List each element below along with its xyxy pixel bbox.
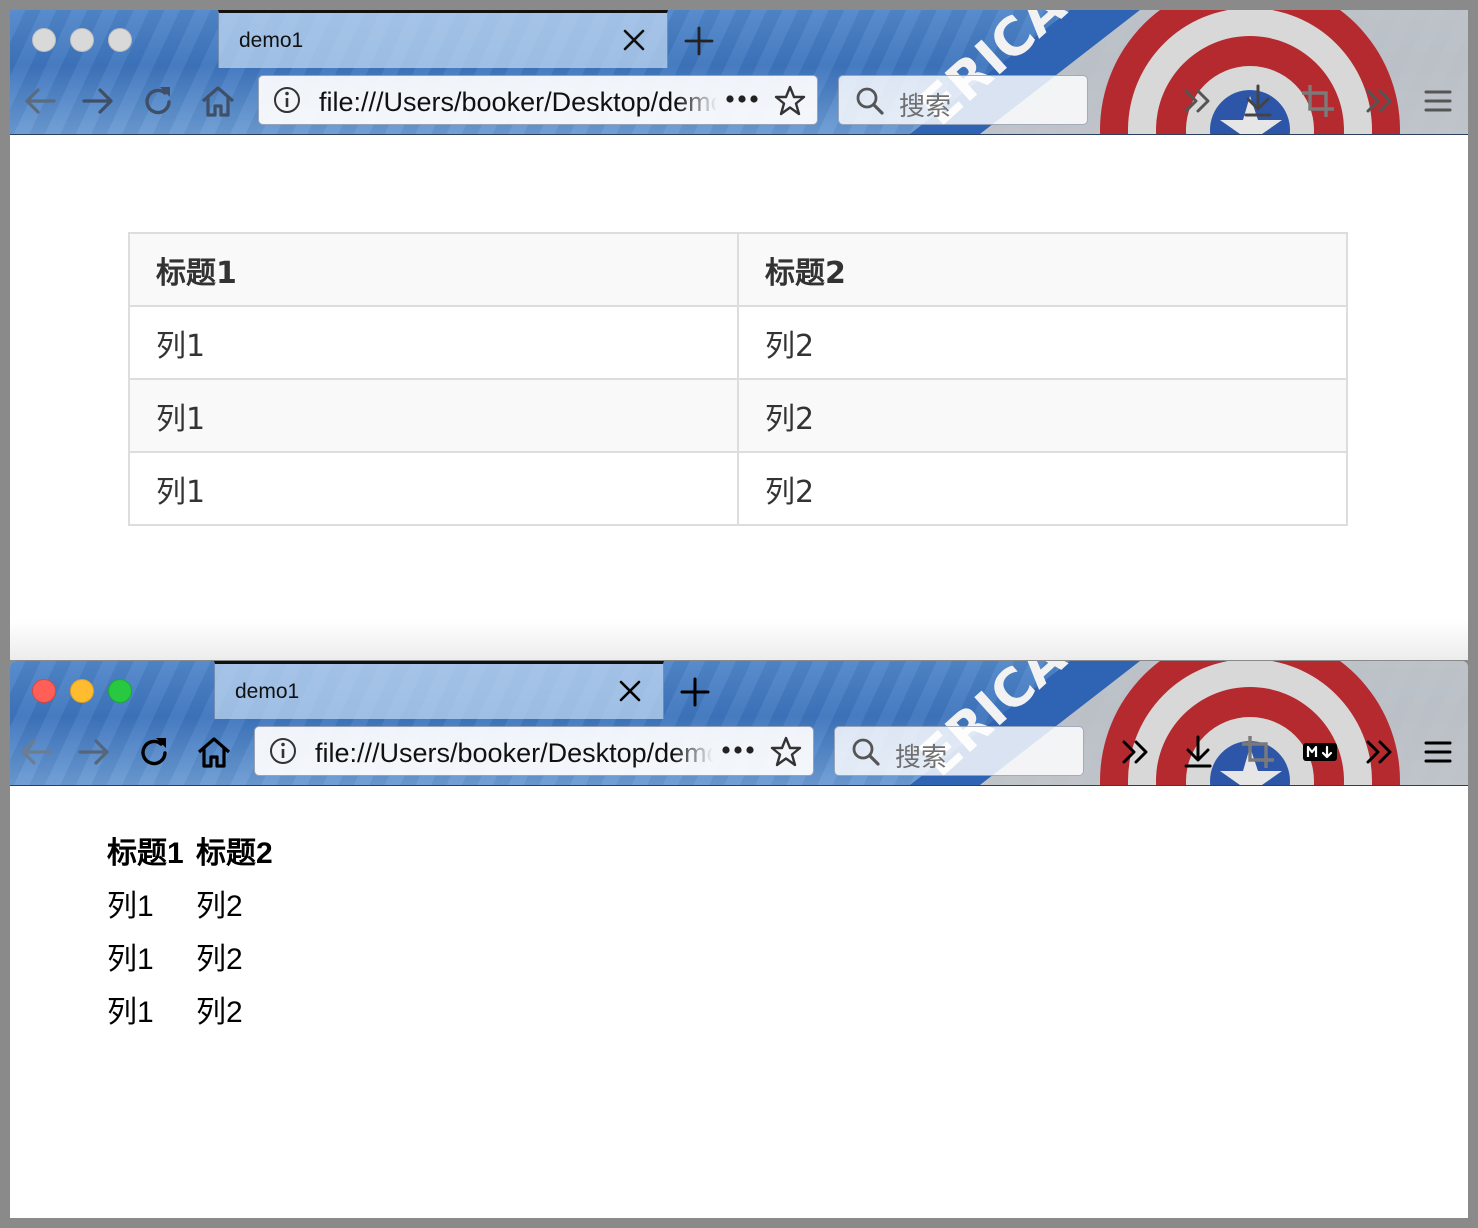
data-table-styled: 标题1 标题2 列1 列2 列1 列2 列1 列2 [128,232,1348,526]
table-row: 列1 列2 [128,451,1348,526]
new-tab-plus-icon[interactable] [678,675,712,709]
table-cell: 列1 [128,305,739,380]
zoom-window-button[interactable] [108,679,132,703]
table-row: 列1 列2 [128,305,1348,380]
table-cell: 列1 [107,995,154,1029]
back-arrow-icon[interactable] [16,732,56,772]
download-icon[interactable] [1238,81,1278,121]
table-header-row: 标题1 标题2 [128,232,1348,307]
more-dots-icon[interactable] [725,92,759,106]
hamburger-menu-icon[interactable] [1418,732,1458,772]
data-table-plain: 标题1 标题2 列1 列2 列1 列2 列1 列2 [104,823,285,1035]
tab-demo1[interactable]: demo1 [218,10,668,68]
info-icon[interactable] [273,86,301,114]
forward-arrow-icon[interactable] [74,732,114,772]
reload-icon[interactable] [134,732,174,772]
info-icon[interactable] [269,737,297,765]
table-cell: 列2 [737,378,1348,453]
table-cell: 列2 [196,942,243,976]
table-cell: 列2 [196,995,243,1029]
column-header: 标题1 [107,836,184,870]
minimize-window-button[interactable] [70,28,94,52]
window-shadow [10,620,1468,660]
search-icon [852,738,880,766]
close-icon[interactable] [621,27,647,53]
reload-icon[interactable] [138,81,178,121]
star-icon[interactable] [773,84,807,118]
address-bar[interactable]: file:///Users/booker/Desktop/demo1.html [254,726,814,776]
table-cell: 列1 [107,942,154,976]
window-controls [32,28,132,52]
minimize-window-button[interactable] [70,679,94,703]
column-header: 标题2 [737,232,1348,307]
column-header: 标题1 [128,232,739,307]
search-placeholder: 搜索 [895,743,948,773]
close-window-button[interactable] [32,28,56,52]
tab-strip: demo1 [10,10,1468,68]
url-text[interactable]: file:///Users/booker/Desktop/demo1.html [319,87,717,118]
more-dots-icon[interactable] [721,743,755,757]
table-cell: 列1 [128,451,739,526]
search-icon [856,87,884,115]
search-bar[interactable]: 搜索 [834,726,1084,776]
markdown-icon[interactable] [1300,732,1340,772]
star-icon[interactable] [769,735,803,769]
search-placeholder: 搜索 [899,92,952,122]
home-icon[interactable] [198,81,238,121]
hamburger-menu-icon[interactable] [1418,81,1458,121]
forward-arrow-icon[interactable] [78,81,118,121]
browser-chrome: ERICA demo1 file:///Users/booker/Desktop… [10,10,1468,135]
browser-window-plain: ERICA demo1 file:///Users/booker/Desktop… [10,661,1468,1218]
column-header: 标题2 [196,836,273,870]
url-text[interactable]: file:///Users/booker/Desktop/demo1.html [315,738,713,769]
tab-title: demo1 [239,29,304,52]
table-row: 列1 列2 [107,982,282,1035]
table-cell: 列2 [737,305,1348,380]
new-tab-plus-icon[interactable] [682,24,716,58]
table-row: 列1 列2 [107,876,282,929]
address-bar[interactable]: file:///Users/booker/Desktop/demo1.html [258,75,818,125]
tab-title: demo1 [235,680,300,703]
browser-chrome: ERICA demo1 file:///Users/booker/Desktop… [10,661,1468,786]
crop-icon[interactable] [1238,732,1278,772]
download-icon[interactable] [1178,732,1218,772]
table-header-row: 标题1 标题2 [107,823,282,876]
browser-window-styled: ERICA demo1 file:///Users/booker/Desktop… [10,10,1468,660]
window-controls [32,679,132,703]
zoom-window-button[interactable] [108,28,132,52]
double-chevron-icon[interactable] [1360,81,1400,121]
table-row: 列1 列2 [107,929,282,982]
close-window-button[interactable] [32,679,56,703]
home-icon[interactable] [194,732,234,772]
table-cell: 列2 [196,889,243,923]
back-arrow-icon[interactable] [20,81,60,121]
table-cell: 列1 [128,378,739,453]
tab-strip: demo1 [10,661,1468,719]
close-icon[interactable] [617,678,643,704]
tab-demo1[interactable]: demo1 [214,661,664,719]
table-row: 列1 列2 [128,378,1348,453]
nav-toolbar: file:///Users/booker/Desktop/demo1.html … [10,68,1468,134]
double-chevron-icon[interactable] [1360,732,1400,772]
crop-icon[interactable] [1298,81,1338,121]
search-bar[interactable]: 搜索 [838,75,1088,125]
table-cell: 列1 [107,889,154,923]
double-chevron-icon[interactable] [1116,732,1156,772]
nav-toolbar: file:///Users/booker/Desktop/demo1.html … [10,719,1468,785]
table-cell: 列2 [737,451,1348,526]
double-chevron-icon[interactable] [1178,81,1218,121]
